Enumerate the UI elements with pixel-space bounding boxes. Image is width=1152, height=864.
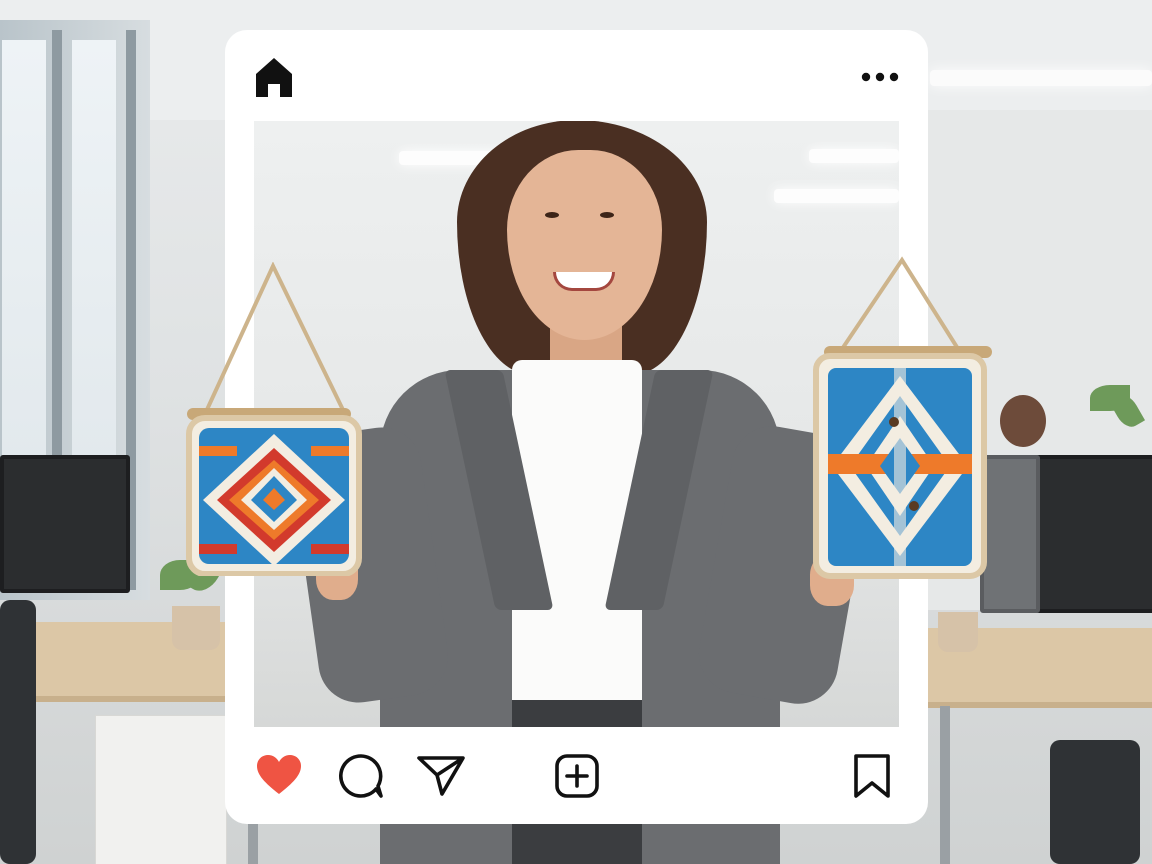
ceiling-light [774,189,899,203]
monitor [0,455,130,593]
macrame-wall-hanging-left [185,261,363,577]
office-chair [0,600,36,864]
right-eye [600,212,614,218]
home-icon[interactable] [254,56,294,98]
add-square-icon[interactable] [554,753,600,799]
heart-icon[interactable] [255,754,303,796]
plant-pot [172,606,220,650]
ceiling-light [809,149,899,163]
more-horizontal-icon[interactable] [860,70,900,82]
plant-pot [938,612,978,652]
bookmark-icon[interactable] [852,753,892,799]
left-eye [545,212,559,218]
macrame-wall-hanging-right [810,256,994,580]
post-header [225,30,928,121]
monitor [1035,455,1152,613]
ceiling-light [930,70,1152,86]
smile [553,272,615,291]
background-person [1000,395,1046,447]
desk-leg [940,706,950,864]
file-cabinet [95,715,227,864]
office-chair [1050,740,1140,864]
comment-bubble-icon[interactable] [338,753,384,799]
paper-plane-icon[interactable] [416,753,466,797]
